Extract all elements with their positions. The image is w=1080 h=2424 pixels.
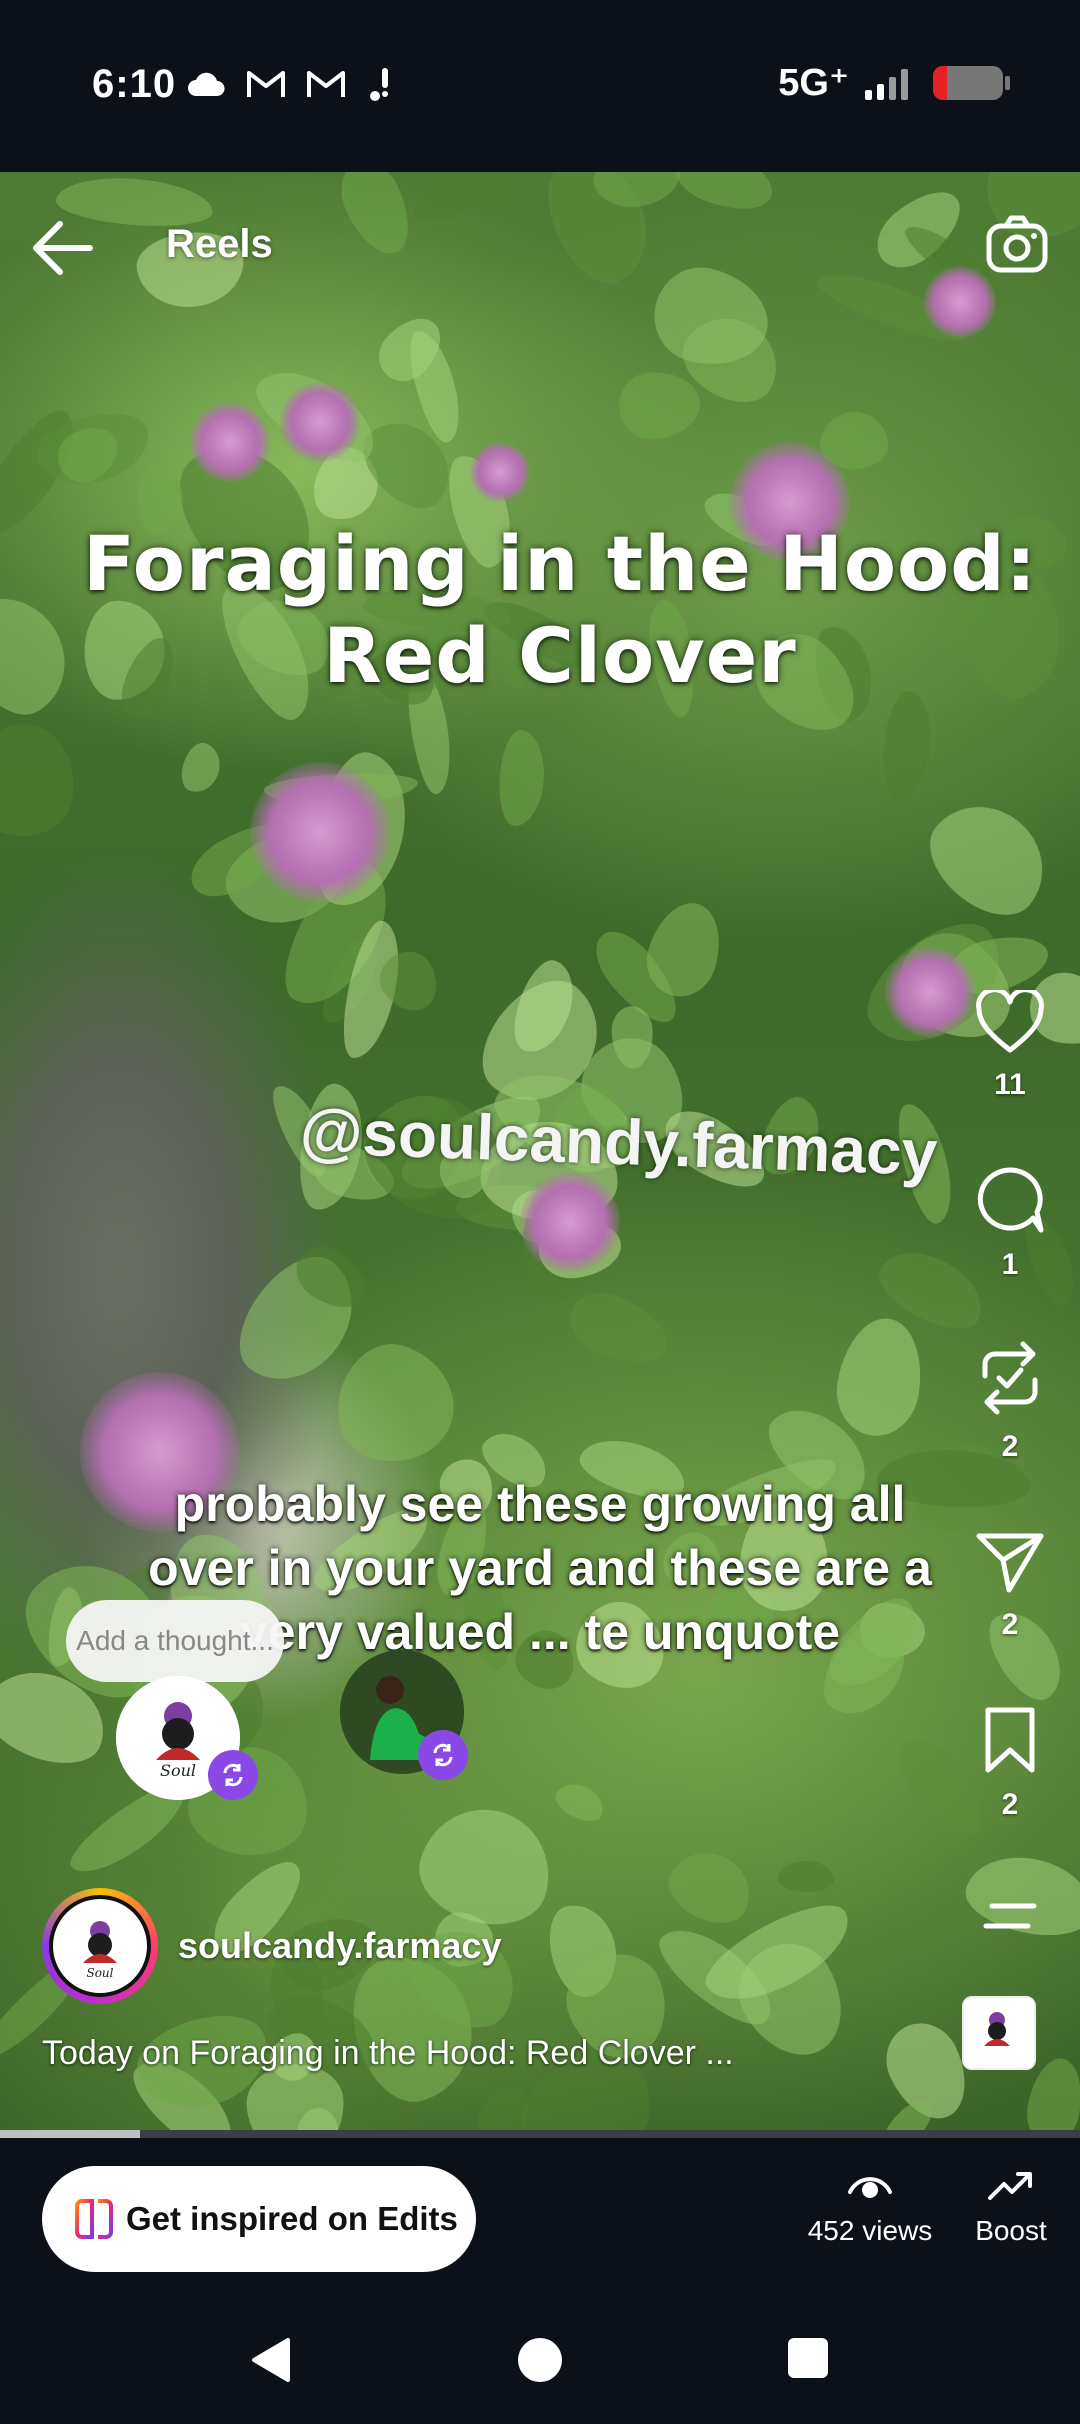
svg-text:Soul: Soul <box>86 1966 113 1980</box>
share-count: 2 <box>1001 1608 1019 1641</box>
comment-button[interactable]: 1 <box>970 1166 1050 1282</box>
gmail-icon <box>247 71 285 97</box>
comment-bubble-icon <box>977 1167 1044 1233</box>
menu-lines-icon <box>983 1903 1037 1929</box>
boost-label: Boost <box>975 2215 1047 2246</box>
repost-badge-icon <box>208 1750 258 1800</box>
notification-icons <box>186 64 396 104</box>
repost-count: 2 <box>1001 1430 1019 1463</box>
repost-icon <box>982 1341 1038 1415</box>
foliage-leaf <box>550 1776 610 1828</box>
foliage-leaf <box>877 689 937 802</box>
comment-count: 1 <box>1001 1248 1019 1281</box>
svg-text:Soul: Soul <box>160 1761 196 1780</box>
author-username[interactable]: soulcandy.farmacy <box>178 1925 501 1967</box>
boost-button[interactable]: Boost <box>966 2168 1056 2247</box>
eye-icon <box>848 2177 892 2198</box>
author-avatar[interactable]: Soul <box>42 1888 158 2004</box>
page-title: Reels <box>166 222 273 266</box>
soulcandy-logo-icon: Soul <box>83 1921 117 1980</box>
audio-thumbnail[interactable] <box>962 1996 1036 2070</box>
video-title-overlay: Foraging in the Hood: Red Clover <box>0 518 1080 702</box>
clover-flower <box>470 442 530 502</box>
save-count: 2 <box>1001 1788 1019 1821</box>
foliage-leaf <box>323 1331 470 1479</box>
foliage-leaf <box>0 714 85 846</box>
video-title-line1: Foraging in the Hood: <box>82 519 1038 608</box>
get-inspired-edits-button[interactable]: Get inspired on Edits <box>42 2166 476 2272</box>
nav-home-icon[interactable] <box>516 2336 564 2384</box>
wifi-call-icon <box>370 68 388 101</box>
reels-header: Reels <box>0 172 1080 322</box>
foliage-leaf <box>496 728 547 828</box>
more-options-button[interactable] <box>970 1896 1050 1936</box>
clover-flower <box>520 1172 620 1272</box>
clover-flower <box>280 382 360 462</box>
gmail-icon <box>307 71 345 97</box>
network-type: 5G⁺ <box>778 62 849 104</box>
views-indicator[interactable]: 452 views <box>800 2168 940 2247</box>
send-icon <box>976 1533 1044 1593</box>
video-title-line2: Red Clover <box>323 611 797 700</box>
nav-back-icon[interactable] <box>248 2336 292 2384</box>
foliage-leaf <box>912 783 1067 935</box>
video-progress-fill <box>0 2130 141 2138</box>
edits-app-icon <box>75 2199 113 2239</box>
video-progress-bar[interactable] <box>0 2130 1080 2138</box>
arrow-left-icon[interactable] <box>30 218 94 278</box>
clover-flower <box>885 947 975 1037</box>
soulcandy-logo-icon <box>984 2012 1010 2046</box>
bottom-action-bar: Get inspired on Edits 452 views Boost <box>0 2138 1080 2298</box>
foliage-leaf <box>616 368 703 443</box>
like-count: 11 <box>994 1068 1026 1101</box>
foliage-leaf <box>777 1860 835 1893</box>
status-bar: 6:10 5G⁺ <box>0 0 1080 172</box>
repost-button[interactable]: 2 <box>970 1340 1050 1464</box>
cloud-icon <box>188 72 225 96</box>
views-count: 452 views <box>807 2215 933 2246</box>
foliage-leaf <box>176 739 227 798</box>
foliage-leaf <box>658 1838 762 1935</box>
save-button[interactable]: 2 <box>970 1706 1050 1822</box>
foliage-leaf <box>829 1312 930 1443</box>
like-button[interactable]: 11 <box>970 990 1050 1102</box>
heart-icon <box>976 990 1044 1053</box>
camera-icon[interactable] <box>984 212 1050 278</box>
share-button[interactable]: 2 <box>970 1530 1050 1642</box>
edits-button-label: Get inspired on Edits <box>126 2200 458 2237</box>
clover-flower <box>190 402 270 482</box>
signal-icon <box>865 68 908 100</box>
bookmark-icon <box>985 1707 1035 1773</box>
foliage-leaf <box>560 1282 678 1379</box>
nav-recents-icon[interactable] <box>786 2336 830 2380</box>
clover-flower <box>250 762 390 902</box>
trending-up-icon <box>988 2172 1032 2200</box>
status-time: 6:10 <box>92 62 177 106</box>
system-navigation-bar <box>0 2298 1080 2424</box>
repost-badge-icon <box>418 1730 468 1780</box>
add-thought-input[interactable]: Add a thought... <box>66 1600 284 1682</box>
battery-icon <box>933 65 1003 100</box>
post-author[interactable]: Soul soulcandy.farmacy <box>42 1888 501 2004</box>
post-description[interactable]: Today on Foraging in the Hood: Red Clove… <box>42 2034 734 2073</box>
